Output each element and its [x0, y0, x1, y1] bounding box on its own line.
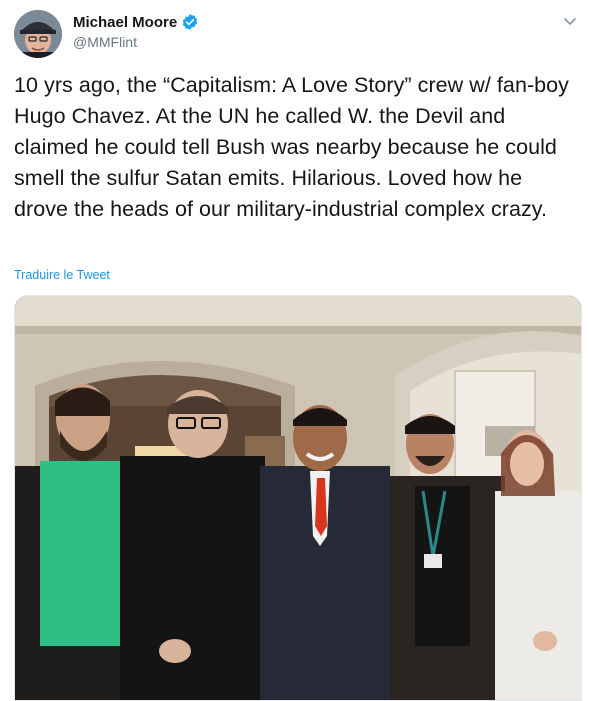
avatar[interactable] [14, 10, 62, 58]
display-name[interactable]: Michael Moore [73, 14, 177, 31]
tweet-photo[interactable] [14, 295, 582, 701]
chevron-down-icon[interactable] [561, 12, 579, 30]
tweet-text: 10 yrs ago, the “Capitalism: A Love Stor… [14, 73, 569, 221]
author-name[interactable]: Michael Moore [73, 13, 199, 31]
verified-badge-icon [181, 13, 199, 31]
tweet: Michael Moore @MMFlint 10 yrs ago, the “… [0, 0, 589, 701]
translate-link[interactable]: Traduire le Tweet [14, 268, 110, 282]
author-handle[interactable]: @MMFlint [73, 34, 137, 50]
